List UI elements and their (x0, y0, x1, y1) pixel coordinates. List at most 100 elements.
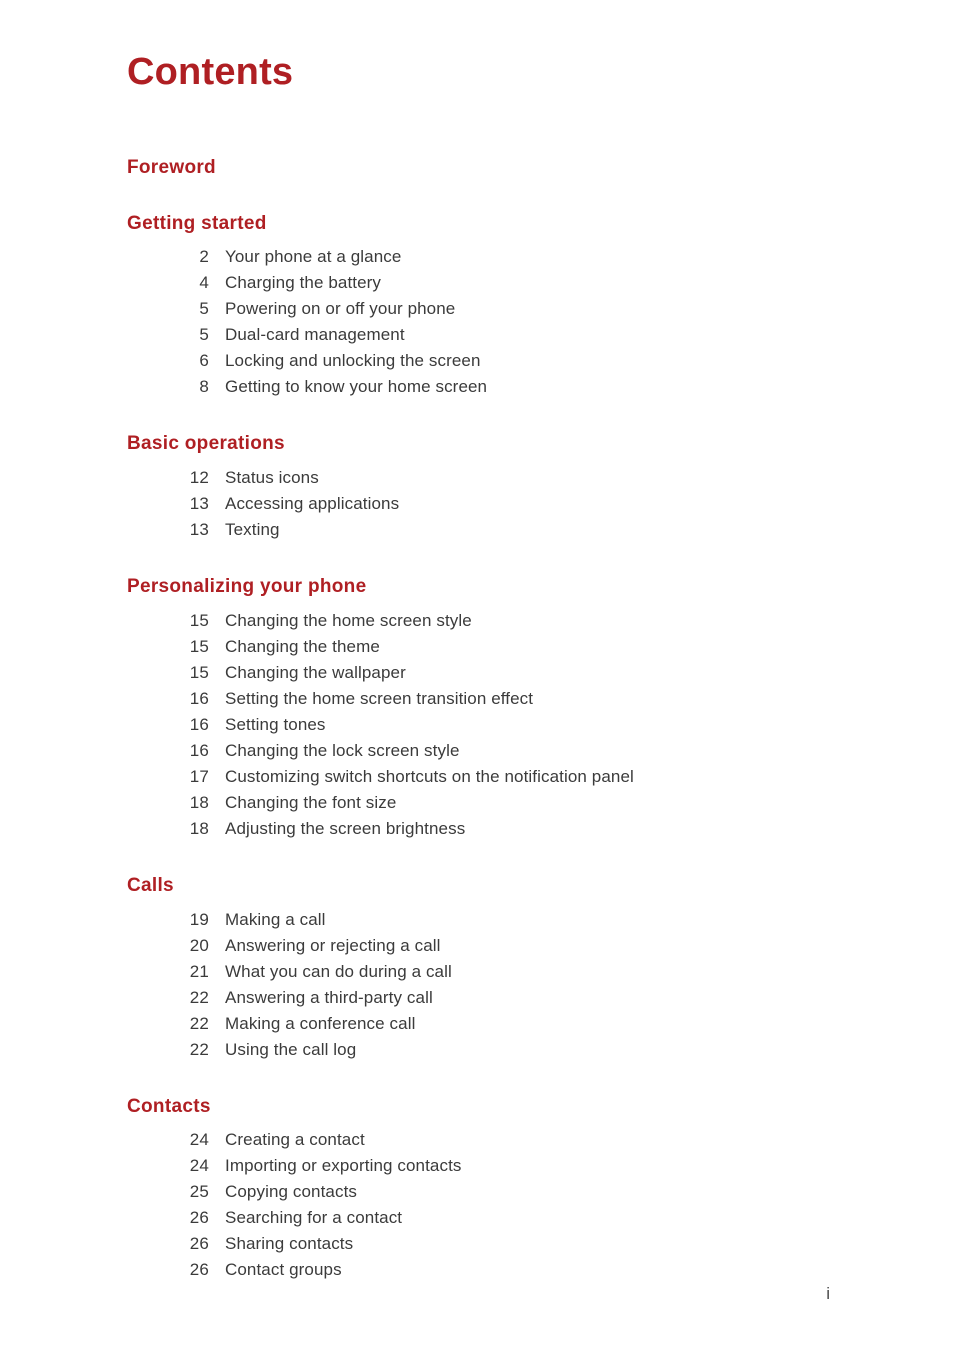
toc-entry-page-number: 22 (189, 987, 209, 1007)
toc-entry-page-number: 26 (189, 1208, 209, 1228)
toc-entry[interactable]: 8 Getting to know your home screen (127, 374, 827, 400)
toc-entry[interactable]: 12 Status icons (127, 465, 827, 491)
toc-entry-page-number: 15 (189, 610, 209, 630)
toc-entry-list: 24 Creating a contact 24 Importing or expor… (127, 1127, 827, 1283)
toc-entry-title: Accessing applications (225, 494, 400, 514)
toc-section: Basic operations 12 Status icons 13 Accessin… (127, 432, 827, 543)
toc-section-heading[interactable]: Contacts (127, 1095, 827, 1119)
toc-entry-title: Changing the theme (225, 636, 380, 656)
toc-entry-title: Powering on or off your phone (225, 299, 456, 319)
toc-entry-title: Adjusting the screen brightness (225, 818, 466, 838)
toc-entry-title: Sharing contacts (225, 1234, 354, 1254)
toc-entry-page-number: 16 (189, 688, 209, 708)
toc-section-heading[interactable]: Getting started (127, 212, 827, 236)
toc-entry[interactable]: 26 Contact groups (127, 1257, 827, 1283)
toc-entry-page-number: 5 (199, 325, 209, 345)
toc-entry-title: Copying contacts (225, 1182, 358, 1202)
toc-entry-page-number: 17 (189, 766, 209, 786)
toc-section-heading[interactable]: Calls (127, 874, 827, 898)
toc-entry[interactable]: 15 Changing the theme (127, 634, 827, 660)
toc-entry-page-number: 5 (199, 299, 209, 319)
toc-entry[interactable]: 5 Dual-card management (127, 322, 827, 348)
toc-section-heading[interactable]: Foreword (127, 156, 827, 180)
toc-entry-title: Using the call log (225, 1039, 357, 1059)
toc-entry-title: Searching for a contact (225, 1208, 403, 1228)
toc-entry[interactable]: 22 Making a conference call (127, 1011, 827, 1037)
toc-entry-title: Creating a contact (225, 1130, 365, 1150)
toc-entry-page-number: 15 (189, 662, 209, 682)
toc-entry-page-number: 15 (189, 636, 209, 656)
toc-entry[interactable]: 6 Locking and unlocking the screen (127, 348, 827, 374)
toc-entry[interactable]: 16 Setting the home screen transition eff… (127, 686, 827, 712)
toc-entry[interactable]: 5 Powering on or off your phone (127, 296, 827, 322)
table-of-contents-page: Contents Foreword Getting started 2 Your ph… (0, 0, 954, 1352)
toc-entry[interactable]: 21 What you can do during a call (127, 959, 827, 985)
toc-entry[interactable]: 2 Your phone at a glance (127, 244, 827, 270)
toc-entry-title: Changing the home screen style (225, 610, 472, 630)
toc-entry-page-number: 24 (189, 1130, 209, 1150)
toc-entry-page-number: 12 (189, 468, 209, 488)
toc-entry[interactable]: 13 Accessing applications (127, 491, 827, 517)
toc-section: Calls 19 Making a call 20 Answering or rejec… (127, 874, 827, 1063)
toc-entry-page-number: 13 (189, 494, 209, 514)
toc-entry[interactable]: 17 Customizing switch shortcuts on the no… (127, 764, 827, 790)
toc-entry-page-number: 4 (199, 273, 209, 293)
toc-entry-list: 15 Changing the home screen style 15 Changi… (127, 608, 827, 842)
toc-entry-page-number: 26 (189, 1234, 209, 1254)
toc-section-list: Foreword Getting started 2 Your phone at a … (127, 156, 827, 1284)
toc-entry-title: Getting to know your home screen (225, 377, 488, 397)
toc-entry[interactable]: 4 Charging the battery (127, 270, 827, 296)
toc-entry[interactable]: 26 Searching for a contact (127, 1205, 827, 1231)
toc-entry[interactable]: 25 Copying contacts (127, 1179, 827, 1205)
toc-entry-title: Changing the wallpaper (225, 662, 406, 682)
toc-entry-title: Status icons (225, 468, 319, 488)
toc-entry[interactable]: 16 Changing the lock screen style (127, 738, 827, 764)
toc-entry-page-number: 22 (189, 1039, 209, 1059)
toc-entry-title: Your phone at a glance (225, 247, 402, 267)
toc-entry-page-number: 19 (189, 909, 209, 929)
page-folio: i (826, 1284, 830, 1303)
toc-entry[interactable]: 24 Importing or exporting contacts (127, 1153, 827, 1179)
toc-entry-title: Customizing switch shortcuts on the noti… (225, 766, 634, 786)
toc-entry[interactable]: 22 Answering a third-party call (127, 985, 827, 1011)
toc-entry-page-number: 24 (189, 1156, 209, 1176)
toc-entry-page-number: 22 (189, 1013, 209, 1033)
toc-entry-title: What you can do during a call (225, 961, 452, 981)
toc-entry-title: Dual-card management (225, 325, 405, 345)
toc-entry-page-number: 26 (189, 1260, 209, 1280)
toc-entry[interactable]: 13 Texting (127, 517, 827, 543)
toc-section: Personalizing your phone 15 Changing the h… (127, 575, 827, 842)
toc-section: Getting started 2 Your phone at a glance 4 C… (127, 212, 827, 401)
toc-entry[interactable]: 15 Changing the home screen style (127, 608, 827, 634)
toc-entry[interactable]: 15 Changing the wallpaper (127, 660, 827, 686)
toc-entry[interactable]: 18 Adjusting the screen brightness (127, 816, 827, 842)
toc-entry-page-number: 6 (199, 351, 209, 371)
toc-entry-page-number: 25 (189, 1182, 209, 1202)
toc-entry[interactable]: 20 Answering or rejecting a call (127, 933, 827, 959)
toc-section-heading[interactable]: Personalizing your phone (127, 575, 827, 599)
toc-entry-list: 19 Making a call 20 Answering or rejecting … (127, 907, 827, 1063)
toc-entry[interactable]: 19 Making a call (127, 907, 827, 933)
toc-section: Foreword (127, 156, 827, 180)
toc-entry-list: 12 Status icons 13 Accessing applications 13… (127, 465, 827, 543)
toc-entry-title: Locking and unlocking the screen (225, 351, 481, 371)
toc-entry-title: Setting tones (225, 714, 326, 734)
toc-entry[interactable]: 24 Creating a contact (127, 1127, 827, 1153)
toc-entry[interactable]: 18 Changing the font size (127, 790, 827, 816)
toc-entry-title: Texting (225, 520, 280, 540)
contents-body: Contents Foreword Getting started 2 Your ph… (127, 0, 827, 1283)
toc-entry-page-number: 16 (189, 714, 209, 734)
toc-entry[interactable]: 22 Using the call log (127, 1037, 827, 1063)
toc-entry-title: Answering or rejecting a call (225, 935, 441, 955)
toc-section-heading[interactable]: Basic operations (127, 432, 827, 456)
toc-entry-title: Making a conference call (225, 1013, 416, 1033)
toc-entry-title: Charging the battery (225, 273, 382, 293)
toc-entry[interactable]: 26 Sharing contacts (127, 1231, 827, 1257)
toc-entry[interactable]: 16 Setting tones (127, 712, 827, 738)
toc-entry-title: Changing the font size (225, 792, 397, 812)
toc-entry-title: Making a call (225, 909, 326, 929)
toc-entry-title: Setting the home screen transition effec… (225, 688, 534, 708)
toc-entry-page-number: 16 (189, 740, 209, 760)
toc-entry-title: Contact groups (225, 1260, 342, 1280)
page-title: Contents (127, 51, 294, 93)
